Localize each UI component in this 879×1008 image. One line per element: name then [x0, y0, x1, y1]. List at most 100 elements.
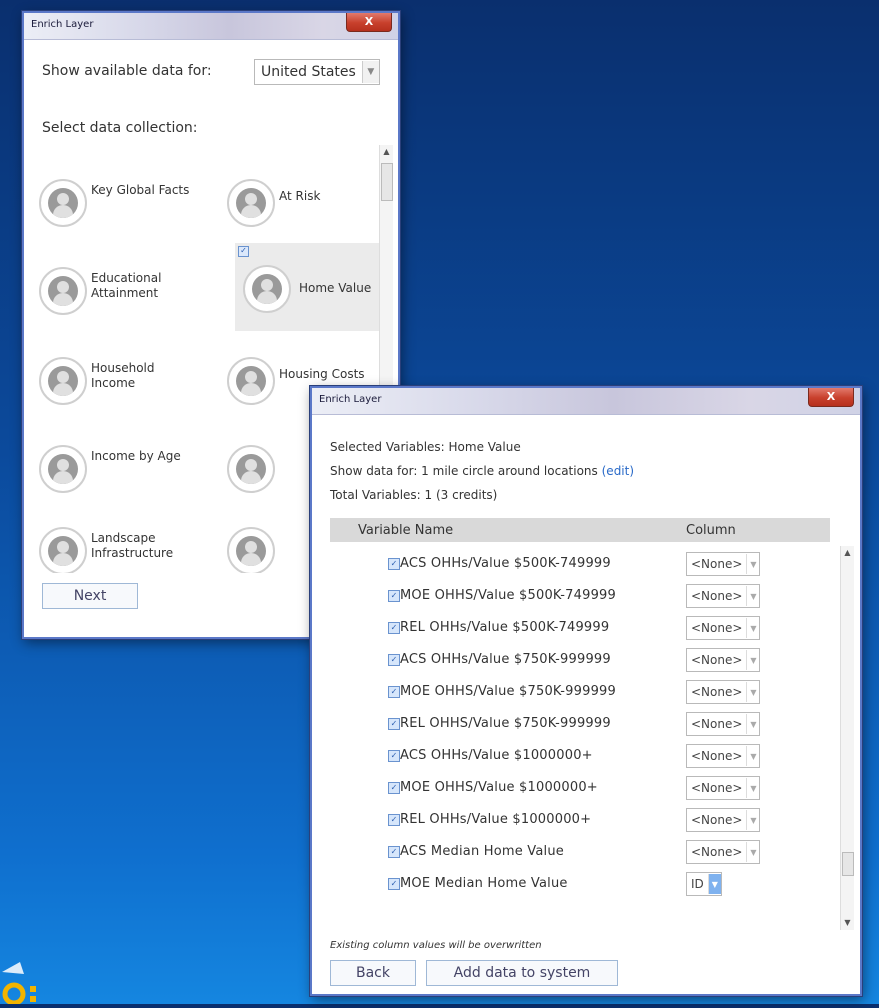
variable-name: REL OHHs/Value $1000000+	[400, 812, 592, 827]
column-select[interactable]: <None> ▼	[686, 616, 761, 640]
variable-name: MOE OHHS/Value $1000000+	[400, 780, 598, 795]
column-select[interactable]: ID ▼	[686, 872, 722, 896]
checkbox-checked-icon[interactable]: ✓	[388, 750, 400, 762]
checkbox-checked-icon[interactable]: ✓	[238, 246, 249, 257]
variables-scrollbar[interactable]: ▲ ▼	[840, 546, 854, 930]
scroll-up-icon[interactable]: ▲	[841, 546, 854, 560]
landscape-icon	[227, 527, 275, 573]
close-button[interactable]: X	[808, 388, 854, 407]
collection-tile-selected[interactable]: ✓ Home Value	[235, 243, 383, 331]
chevron-down-icon[interactable]: ▼	[361, 61, 379, 83]
chevron-down-icon[interactable]: ▼	[746, 842, 759, 862]
landscape-icon	[39, 527, 87, 573]
person-icon	[227, 179, 275, 227]
chevron-down-icon[interactable]: ▼	[746, 618, 759, 638]
checkbox-checked-icon[interactable]: ✓	[388, 878, 400, 890]
scroll-up-icon[interactable]: ▲	[380, 145, 393, 159]
variable-name: ACS OHHs/Value $1000000+	[400, 748, 593, 763]
collection-label: Landscape Infrastructure	[91, 531, 174, 560]
country-select[interactable]: United States ▼	[254, 59, 380, 85]
variable-name: ACS OHHs/Value $750K-999999	[400, 652, 611, 667]
column-select[interactable]: <None> ▼	[686, 840, 761, 864]
add-data-button[interactable]: Add data to system	[426, 960, 618, 986]
chevron-down-icon[interactable]: ▼	[746, 746, 759, 766]
table-row: ✓ ACS OHHs/Value $1000000+ <None> ▼	[330, 740, 830, 772]
column-select-value: <None>	[691, 621, 743, 635]
back-button[interactable]: Back	[330, 960, 416, 986]
column-header[interactable]: Column	[686, 523, 736, 538]
column-select[interactable]: <None> ▼	[686, 680, 761, 704]
collection-tile[interactable]: Income by Age	[39, 433, 209, 523]
title-bar[interactable]: Enrich Layer X	[24, 13, 398, 40]
variable-name: MOE Median Home Value	[400, 876, 568, 891]
collection-label: Income by Age	[91, 449, 181, 463]
column-select-value: <None>	[691, 749, 743, 763]
variable-name: MOE OHHS/Value $750K-999999	[400, 684, 617, 699]
checkbox-checked-icon[interactable]: ✓	[388, 654, 400, 666]
total-variables-text: Total Variables: 1 (3 credits)	[330, 488, 498, 502]
variable-name: MOE OHHS/Value $500K-749999	[400, 588, 617, 603]
scroll-down-icon[interactable]: ▼	[841, 916, 854, 930]
column-select-value: ID	[691, 877, 704, 891]
table-row: ✓ ACS Median Home Value <None> ▼	[330, 836, 830, 868]
checkbox-checked-icon[interactable]: ✓	[388, 622, 400, 634]
next-button[interactable]: Next	[42, 583, 138, 609]
table-row: ✓ MOE OHHS/Value $750K-999999 <None> ▼	[330, 676, 830, 708]
scroll-thumb[interactable]	[842, 852, 854, 876]
table-row: ✓ MOE OHHS/Value $1000000+ <None> ▼	[330, 772, 830, 804]
variable-name: REL OHHs/Value $500K-749999	[400, 620, 610, 635]
variable-name-header[interactable]: Variable Name	[358, 523, 453, 538]
table-row: ✓ ACS OHHs/Value $500K-749999 <None> ▼	[330, 548, 830, 580]
chevron-down-icon[interactable]: ▼	[746, 682, 759, 702]
column-select[interactable]: <None> ▼	[686, 552, 761, 576]
collection-label: At Risk	[279, 189, 321, 203]
column-select[interactable]: <None> ▼	[686, 744, 761, 768]
collection-icon	[39, 179, 87, 227]
person-icon	[227, 445, 275, 493]
title-bar[interactable]: Enrich Layer X	[312, 388, 860, 415]
column-select[interactable]: <None> ▼	[686, 648, 761, 672]
checkbox-checked-icon[interactable]: ✓	[388, 814, 400, 826]
chevron-down-icon[interactable]: ▼	[746, 810, 759, 830]
column-select-value: <None>	[691, 813, 743, 827]
variables-table-header: Variable Name Column	[330, 518, 830, 542]
chevron-down-icon[interactable]: ▼	[746, 554, 759, 574]
chevron-down-icon[interactable]: ▼	[746, 714, 759, 734]
column-select-value: <None>	[691, 653, 743, 667]
column-select-value: <None>	[691, 845, 743, 859]
checkbox-checked-icon[interactable]: ✓	[388, 590, 400, 602]
collection-label: Key Global Facts	[91, 183, 190, 197]
column-select[interactable]: <None> ▼	[686, 584, 761, 608]
collection-tile[interactable]: Key Global Facts	[39, 167, 209, 257]
checkbox-checked-icon[interactable]: ✓	[388, 846, 400, 858]
chevron-down-icon[interactable]: ▼	[746, 586, 759, 606]
collection-tile[interactable]: Educational Attainment	[39, 255, 209, 345]
column-select-value: <None>	[691, 685, 743, 699]
checkbox-checked-icon[interactable]: ✓	[388, 558, 400, 570]
variable-name: ACS OHHs/Value $500K-749999	[400, 556, 611, 571]
scroll-thumb[interactable]	[381, 163, 393, 201]
variable-name: ACS Median Home Value	[400, 844, 564, 859]
checkbox-checked-icon[interactable]: ✓	[388, 686, 400, 698]
enrich-layer-dialog-variables: Enrich Layer X Selected Variables: Home …	[310, 386, 862, 996]
window-title: Enrich Layer	[319, 394, 382, 405]
column-select[interactable]: <None> ▼	[686, 776, 761, 800]
variable-name: REL OHHS/Value $750K-999999	[400, 716, 611, 731]
chevron-down-icon[interactable]: ▼	[746, 650, 759, 670]
chevron-down-icon[interactable]: ▼	[746, 778, 759, 798]
collection-tile[interactable]: Household Income	[39, 345, 209, 435]
column-select[interactable]: <None> ▼	[686, 712, 761, 736]
checkbox-checked-icon[interactable]: ✓	[388, 718, 400, 730]
close-button[interactable]: X	[346, 13, 392, 32]
column-select-value: <None>	[691, 557, 743, 571]
window-title: Enrich Layer	[31, 19, 94, 30]
checkbox-checked-icon[interactable]: ✓	[388, 782, 400, 794]
collection-tile[interactable]: Landscape Infrastructure	[39, 515, 209, 573]
show-data-for-text: Show data for: 1 mile circle around loca…	[330, 464, 634, 478]
edit-link[interactable]: (edit)	[602, 464, 634, 478]
chevron-down-icon[interactable]: ▼	[707, 874, 721, 894]
selected-variables-text: Selected Variables: Home Value	[330, 440, 521, 454]
column-select[interactable]: <None> ▼	[686, 808, 761, 832]
show-data-for-value: Show data for: 1 mile circle around loca…	[330, 464, 598, 478]
column-select-value: <None>	[691, 589, 743, 603]
